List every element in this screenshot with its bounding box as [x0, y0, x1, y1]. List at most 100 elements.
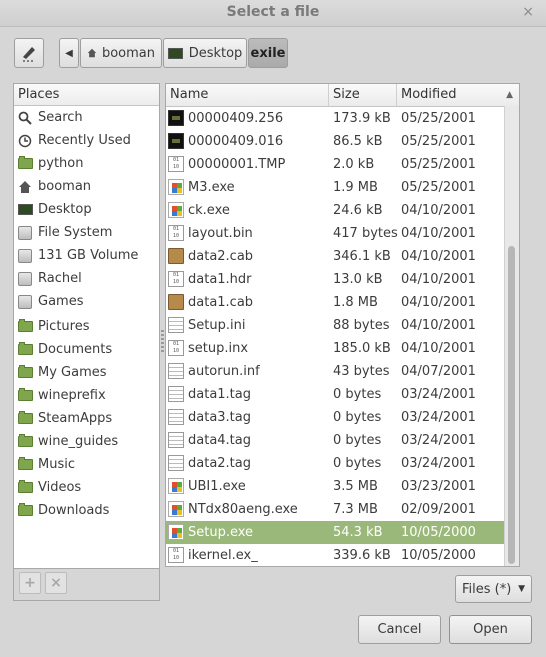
file-row[interactable]: data2.cab 346.1 kB 04/10/2001	[166, 245, 506, 268]
edit-location-button[interactable]	[14, 38, 44, 68]
sidebar-item-label: wine_guides	[38, 434, 119, 449]
back-button[interactable]: ◀	[59, 38, 79, 68]
file-type-filter[interactable]: Files (*) ▼	[455, 575, 532, 603]
pane-resize-handle[interactable]	[161, 330, 164, 354]
home-icon	[17, 179, 33, 195]
breadcrumb-label: booman	[101, 45, 155, 61]
file-row[interactable]: data4.tag 0 bytes 03/24/2001	[166, 429, 506, 452]
home-icon	[87, 48, 97, 58]
modified-column-header[interactable]: Modified ▲	[397, 84, 519, 106]
file-row[interactable]: UBI1.exe 3.5 MB 03/23/2001	[166, 475, 506, 498]
sidebar-item-games[interactable]: Games	[14, 290, 159, 313]
file-name: data2.cab	[188, 249, 254, 264]
file-row[interactable]: ck.exe 24.6 kB 04/10/2001	[166, 199, 506, 222]
file-row[interactable]: 01 10 00000001.TMP 2.0 kB 05/25/2001	[166, 153, 506, 176]
file-row[interactable]: 01 10 layout.bin 417 bytes 04/10/2001	[166, 222, 506, 245]
remove-bookmark-button[interactable]: ×	[45, 572, 67, 594]
breadcrumb-desktop[interactable]: Desktop	[163, 38, 247, 68]
sidebar-item-recently-used[interactable]: Recently Used	[14, 129, 159, 152]
executable-icon	[168, 524, 184, 540]
file-modified-date: 04/10/2001	[401, 249, 476, 264]
file-modified-date: 04/07/2001	[401, 364, 476, 379]
close-icon[interactable]: ×	[522, 4, 534, 20]
vertical-scrollbar[interactable]	[504, 106, 519, 566]
file-name: ck.exe	[188, 203, 230, 218]
file-name: 00000409.016	[188, 134, 284, 149]
add-bookmark-button[interactable]: +	[19, 572, 41, 594]
sidebar-item-videos[interactable]: Videos	[14, 476, 159, 499]
folder-icon	[17, 319, 33, 335]
text-file-icon	[168, 363, 184, 379]
file-row[interactable]: data1.cab 1.8 MB 04/10/2001	[166, 291, 506, 314]
sidebar-item-python[interactable]: python	[14, 152, 159, 175]
sidebar-item-wine-guides[interactable]: wine_guides	[14, 430, 159, 453]
scrollbar-thumb[interactable]	[508, 246, 515, 564]
executable-icon	[168, 478, 184, 494]
places-list: Search Recently Used python booman Desktop Fi…	[14, 106, 159, 522]
file-row[interactable]: data3.tag 0 bytes 03/24/2001	[166, 406, 506, 429]
sidebar-item-131-gb-volume[interactable]: 131 GB Volume	[14, 244, 159, 267]
file-row[interactable]: NTdx80aeng.exe 7.3 MB 02/09/2001	[166, 498, 506, 521]
breadcrumb-label: exile	[250, 45, 286, 61]
file-row[interactable]: 01 10 data1.hdr 13.0 kB 04/10/2001	[166, 268, 506, 291]
sidebar-item-label: Recently Used	[38, 133, 131, 148]
cancel-button[interactable]: Cancel	[358, 615, 441, 644]
binary-file-icon: 01 10	[168, 547, 184, 563]
file-row[interactable]: Setup.ini 88 bytes 04/10/2001	[166, 314, 506, 337]
archive-icon	[168, 294, 184, 310]
sidebar-item-rachel[interactable]: Rachel	[14, 267, 159, 290]
file-name: data3.tag	[188, 410, 252, 425]
file-size: 0 bytes	[333, 433, 382, 448]
file-size: 417 bytes	[333, 226, 398, 241]
sidebar-item-my-games[interactable]: My Games	[14, 361, 159, 384]
file-size: 3.5 MB	[333, 479, 378, 494]
file-row[interactable]: M3.exe 1.9 MB 05/25/2001	[166, 176, 506, 199]
folder-icon	[17, 342, 33, 358]
sidebar-item-desktop[interactable]: Desktop	[14, 198, 159, 221]
file-row[interactable]: Setup.exe 54.3 kB 10/05/2000	[166, 521, 506, 544]
folder-icon	[17, 457, 33, 473]
sidebar-item-label: Rachel	[38, 271, 82, 286]
sidebar-item-label: Music	[38, 457, 75, 472]
sidebar-item-booman[interactable]: booman	[14, 175, 159, 198]
filter-label: Files (*)	[462, 581, 512, 597]
breadcrumb-label: Desktop	[188, 45, 243, 61]
file-name: Setup.exe	[188, 525, 254, 540]
sidebar-item-label: Games	[38, 294, 84, 309]
file-name: setup.inx	[188, 341, 249, 356]
open-button[interactable]: Open	[449, 615, 532, 644]
sidebar-item-music[interactable]: Music	[14, 453, 159, 476]
sidebar-item-downloads[interactable]: Downloads	[14, 499, 159, 522]
file-row[interactable]: 01 10 setup.inx 185.0 kB 04/10/2001	[166, 337, 506, 360]
file-size: 54.3 kB	[333, 525, 383, 540]
media-file-icon	[168, 110, 184, 126]
drive-icon	[17, 271, 33, 287]
name-column-header[interactable]: Name	[166, 84, 329, 106]
sidebar-item-search[interactable]: Search	[14, 106, 159, 129]
breadcrumb-exile[interactable]: exile	[248, 38, 288, 68]
sidebar-item-documents[interactable]: Documents	[14, 338, 159, 361]
size-column-header[interactable]: Size	[329, 84, 397, 106]
search-icon	[17, 110, 33, 126]
binary-file-icon: 01 10	[168, 340, 184, 356]
file-row[interactable]: 00000409.256 173.9 kB 05/25/2001	[166, 107, 506, 130]
file-row[interactable]: 01 10 ikernel.ex_ 339.6 kB 10/05/2000	[166, 544, 506, 566]
file-row[interactable]: data2.tag 0 bytes 03/24/2001	[166, 452, 506, 475]
file-row[interactable]: autorun.inf 43 bytes 04/07/2001	[166, 360, 506, 383]
file-size: 346.1 kB	[333, 249, 391, 264]
sidebar-item-pictures[interactable]: Pictures	[14, 315, 159, 338]
sidebar-item-wineprefix[interactable]: wineprefix	[14, 384, 159, 407]
text-file-icon	[168, 432, 184, 448]
breadcrumb-booman[interactable]: booman	[80, 38, 162, 68]
file-name: data1.cab	[188, 295, 254, 310]
file-row[interactable]: data1.tag 0 bytes 03/24/2001	[166, 383, 506, 406]
sidebar-item-label: Documents	[38, 342, 113, 357]
sidebar-item-file-system[interactable]: File System	[14, 221, 159, 244]
file-name: data1.tag	[188, 387, 252, 402]
file-row[interactable]: 00000409.016 86.5 kB 05/25/2001	[166, 130, 506, 153]
sidebar-item-steamapps[interactable]: SteamApps	[14, 407, 159, 430]
sidebar-item-label: My Games	[38, 365, 107, 380]
file-modified-date: 04/10/2001	[401, 341, 476, 356]
drive-icon	[17, 248, 33, 264]
file-name: 00000409.256	[188, 111, 284, 126]
